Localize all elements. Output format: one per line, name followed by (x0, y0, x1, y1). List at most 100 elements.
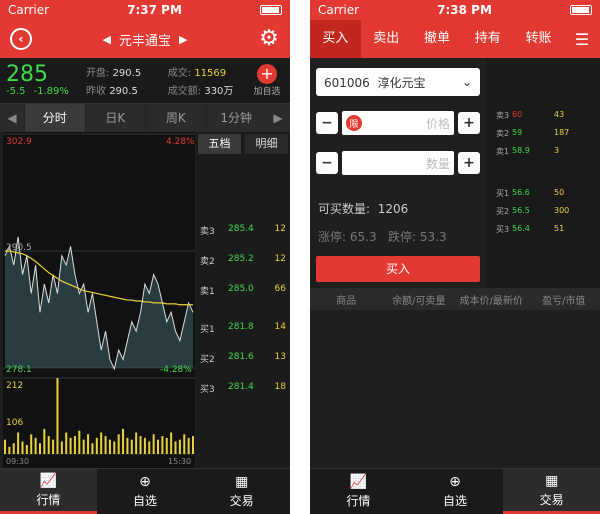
buyable-value: 1206 (377, 202, 409, 216)
qty-input[interactable]: 数量 (342, 151, 454, 175)
price-placeholder: 价格 (425, 116, 450, 131)
prev-close-value: 290.5 (109, 86, 138, 97)
stock-selector[interactable]: 601006 淳化元宝 ⌄ (316, 68, 480, 96)
qty-row: − 数量 + (316, 150, 480, 176)
limit-info: 涨停: 65.3 跌停: 53.3 (318, 228, 447, 245)
holdings-header: 商品 余额/可卖量 成本价/最新价 盈亏/市值 (310, 288, 600, 310)
price-change: -5.5 (6, 86, 26, 97)
tab-weekly-k[interactable]: 周K (145, 104, 206, 132)
book-row: 买1 56.6 50 (496, 188, 565, 198)
book-row: 卖3 60 43 (496, 110, 565, 120)
status-bar: Carrier 7:38 PM (310, 0, 600, 20)
tab-buy[interactable]: 买入 (310, 20, 361, 58)
tab-market[interactable]: 📈 行情 (310, 469, 407, 514)
col-product: 商品 (336, 295, 357, 307)
buyable-label: 可买数量: (318, 202, 371, 216)
nav-bar: ‹ ◀ 元丰通宝 ▶ ⚙ (0, 20, 290, 58)
tab-bar: 📈 行情 ⊕ 自选 ▦ 交易 (0, 468, 290, 514)
tab-details[interactable]: 明细 (245, 134, 288, 154)
book-row: 卖2 285.2 12 (200, 254, 286, 267)
open-value: 290.5 (112, 68, 142, 79)
tab-trade[interactable]: ▦ 交易 (193, 469, 290, 514)
battery-icon (260, 5, 282, 15)
chart-icon: 📈 (349, 474, 368, 490)
last-price: 285 (6, 62, 48, 87)
add-favorite-label: 加自选 (253, 87, 281, 97)
price-minus-button[interactable]: − (316, 112, 338, 134)
next-stock-icon[interactable]: ▶ (179, 33, 187, 46)
book-row: 卖3 285.4 12 (200, 224, 286, 237)
high-label: 302.9 (6, 137, 32, 147)
tab-five-levels[interactable]: 五档 (198, 134, 241, 154)
status-bar: Carrier 7:37 PM (0, 0, 290, 20)
intraday-chart[interactable]: 302.9 4.28% 290.5 278.1 -4.28% 212 106 09:30 15:… (3, 132, 195, 468)
amount-label: 成交额: (167, 86, 202, 97)
chart-icon: 📈 (39, 472, 58, 489)
book-row: 卖2 59 187 (496, 128, 570, 138)
tab-intraday[interactable]: 分时 (24, 104, 85, 132)
tab-1min[interactable]: 1分钟 (205, 104, 267, 132)
add-circle-icon: ⊕ (139, 474, 151, 490)
price-plus-button[interactable]: + (458, 112, 480, 134)
price-row: − 限 价格 + (316, 110, 480, 136)
stock-switcher: ◀ 元丰通宝 ▶ (103, 30, 188, 49)
vol-mid-label: 106 (6, 418, 23, 428)
limit-down-value: 53.3 (419, 230, 447, 244)
book-row: 卖1 285.0 66 (200, 284, 286, 297)
col-cost: 成本价/最新价 (459, 295, 523, 307)
trade-tabs: 买入 卖出 撤单 持有 转账 ☰ (310, 20, 600, 58)
time-start-label: 09:30 (6, 457, 29, 466)
tab-favorites-label: 自选 (133, 494, 158, 508)
carrier-label: Carrier (8, 3, 50, 17)
price-input[interactable]: 限 价格 (342, 111, 454, 135)
price-block: 285 -5.5 -1.89% (6, 62, 86, 98)
gear-icon[interactable]: ⚙ (258, 28, 280, 50)
limit-down-label: 跌停: (388, 230, 417, 244)
plus-icon: + (257, 64, 277, 84)
qty-plus-button[interactable]: + (458, 152, 480, 174)
page-title: 元丰通宝 (118, 33, 171, 49)
low-pct-label: -4.28% (160, 365, 192, 375)
tab-daily-k[interactable]: 日K (84, 104, 146, 132)
book-row: 买3 281.4 18 (200, 382, 286, 395)
qty-minus-button[interactable]: − (316, 152, 338, 174)
buyable-info: 可买数量: 1206 (318, 200, 408, 217)
buy-button[interactable]: 买入 (316, 256, 480, 282)
book-row: 买3 56.4 51 (496, 224, 565, 234)
tab-market[interactable]: 📈 行情 (0, 469, 97, 514)
volume-value: 11569 (194, 68, 227, 79)
tab-bar: 📈 行情 ⊕ 自选 ▦ 交易 (310, 468, 600, 514)
price-change-pct: -1.89% (33, 86, 69, 97)
prev-stock-icon[interactable]: ◀ (103, 33, 111, 46)
calculator-icon: ▦ (545, 472, 559, 489)
tab-favorites[interactable]: ⊕ 自选 (97, 469, 194, 514)
period-tabs: ◀ 分时 日K 周K 1分钟 ▶ (0, 104, 290, 132)
chart-area: 302.9 4.28% 290.5 278.1 -4.28% 212 106 09:30 15:… (0, 132, 290, 468)
quote-stats: 开盘: 290.5 成交: 11569 昨收 290.5 成交额: 330万 (86, 64, 250, 97)
add-favorite-button[interactable]: + 加自选 (250, 64, 284, 97)
vol-max-label: 212 (6, 381, 23, 391)
calculator-icon: ▦ (235, 474, 249, 490)
tab-cancel[interactable]: 撤单 (412, 20, 463, 58)
tab-transfer[interactable]: 转账 (513, 20, 564, 58)
tab-sell[interactable]: 卖出 (361, 20, 412, 58)
left-arrow-icon[interactable]: ◀ (0, 111, 24, 125)
tab-favorites[interactable]: ⊕ 自选 (407, 469, 504, 514)
book-row: 买2 281.6 13 (200, 352, 286, 365)
order-book: 五档 明细 卖3 285.4 12 卖2 285.2 12 卖1 285.0 66 买1 28… (196, 132, 290, 468)
carrier-label: Carrier (318, 3, 360, 17)
limit-up-label: 涨停: (318, 230, 347, 244)
tab-trade[interactable]: ▦ 交易 (503, 469, 600, 514)
menu-icon[interactable]: ☰ (564, 30, 600, 49)
back-icon[interactable]: ‹ (10, 28, 32, 50)
order-form: 601006 淳化元宝 ⌄ − 限价格 + − 数量 + 可买数量: 1206 … (310, 58, 486, 288)
tab-holdings[interactable]: 持有 (462, 20, 513, 58)
limit-badge: 限 (346, 115, 362, 131)
market-screen: Carrier 7:37 PM ‹ ◀ 元丰通宝 ▶ ⚙ 285 -5.5 -1.… (0, 0, 290, 514)
trade-screen: Carrier 7:38 PM 买入 卖出 撤单 持有 转账 ☰ 601006 … (310, 0, 600, 514)
col-pnl: 盈亏/市值 (542, 295, 586, 307)
right-arrow-icon[interactable]: ▶ (266, 111, 290, 125)
mid-label: 290.5 (6, 243, 32, 253)
book-row: 买1 281.8 14 (200, 322, 286, 335)
tab-market-label: 行情 (346, 494, 371, 508)
